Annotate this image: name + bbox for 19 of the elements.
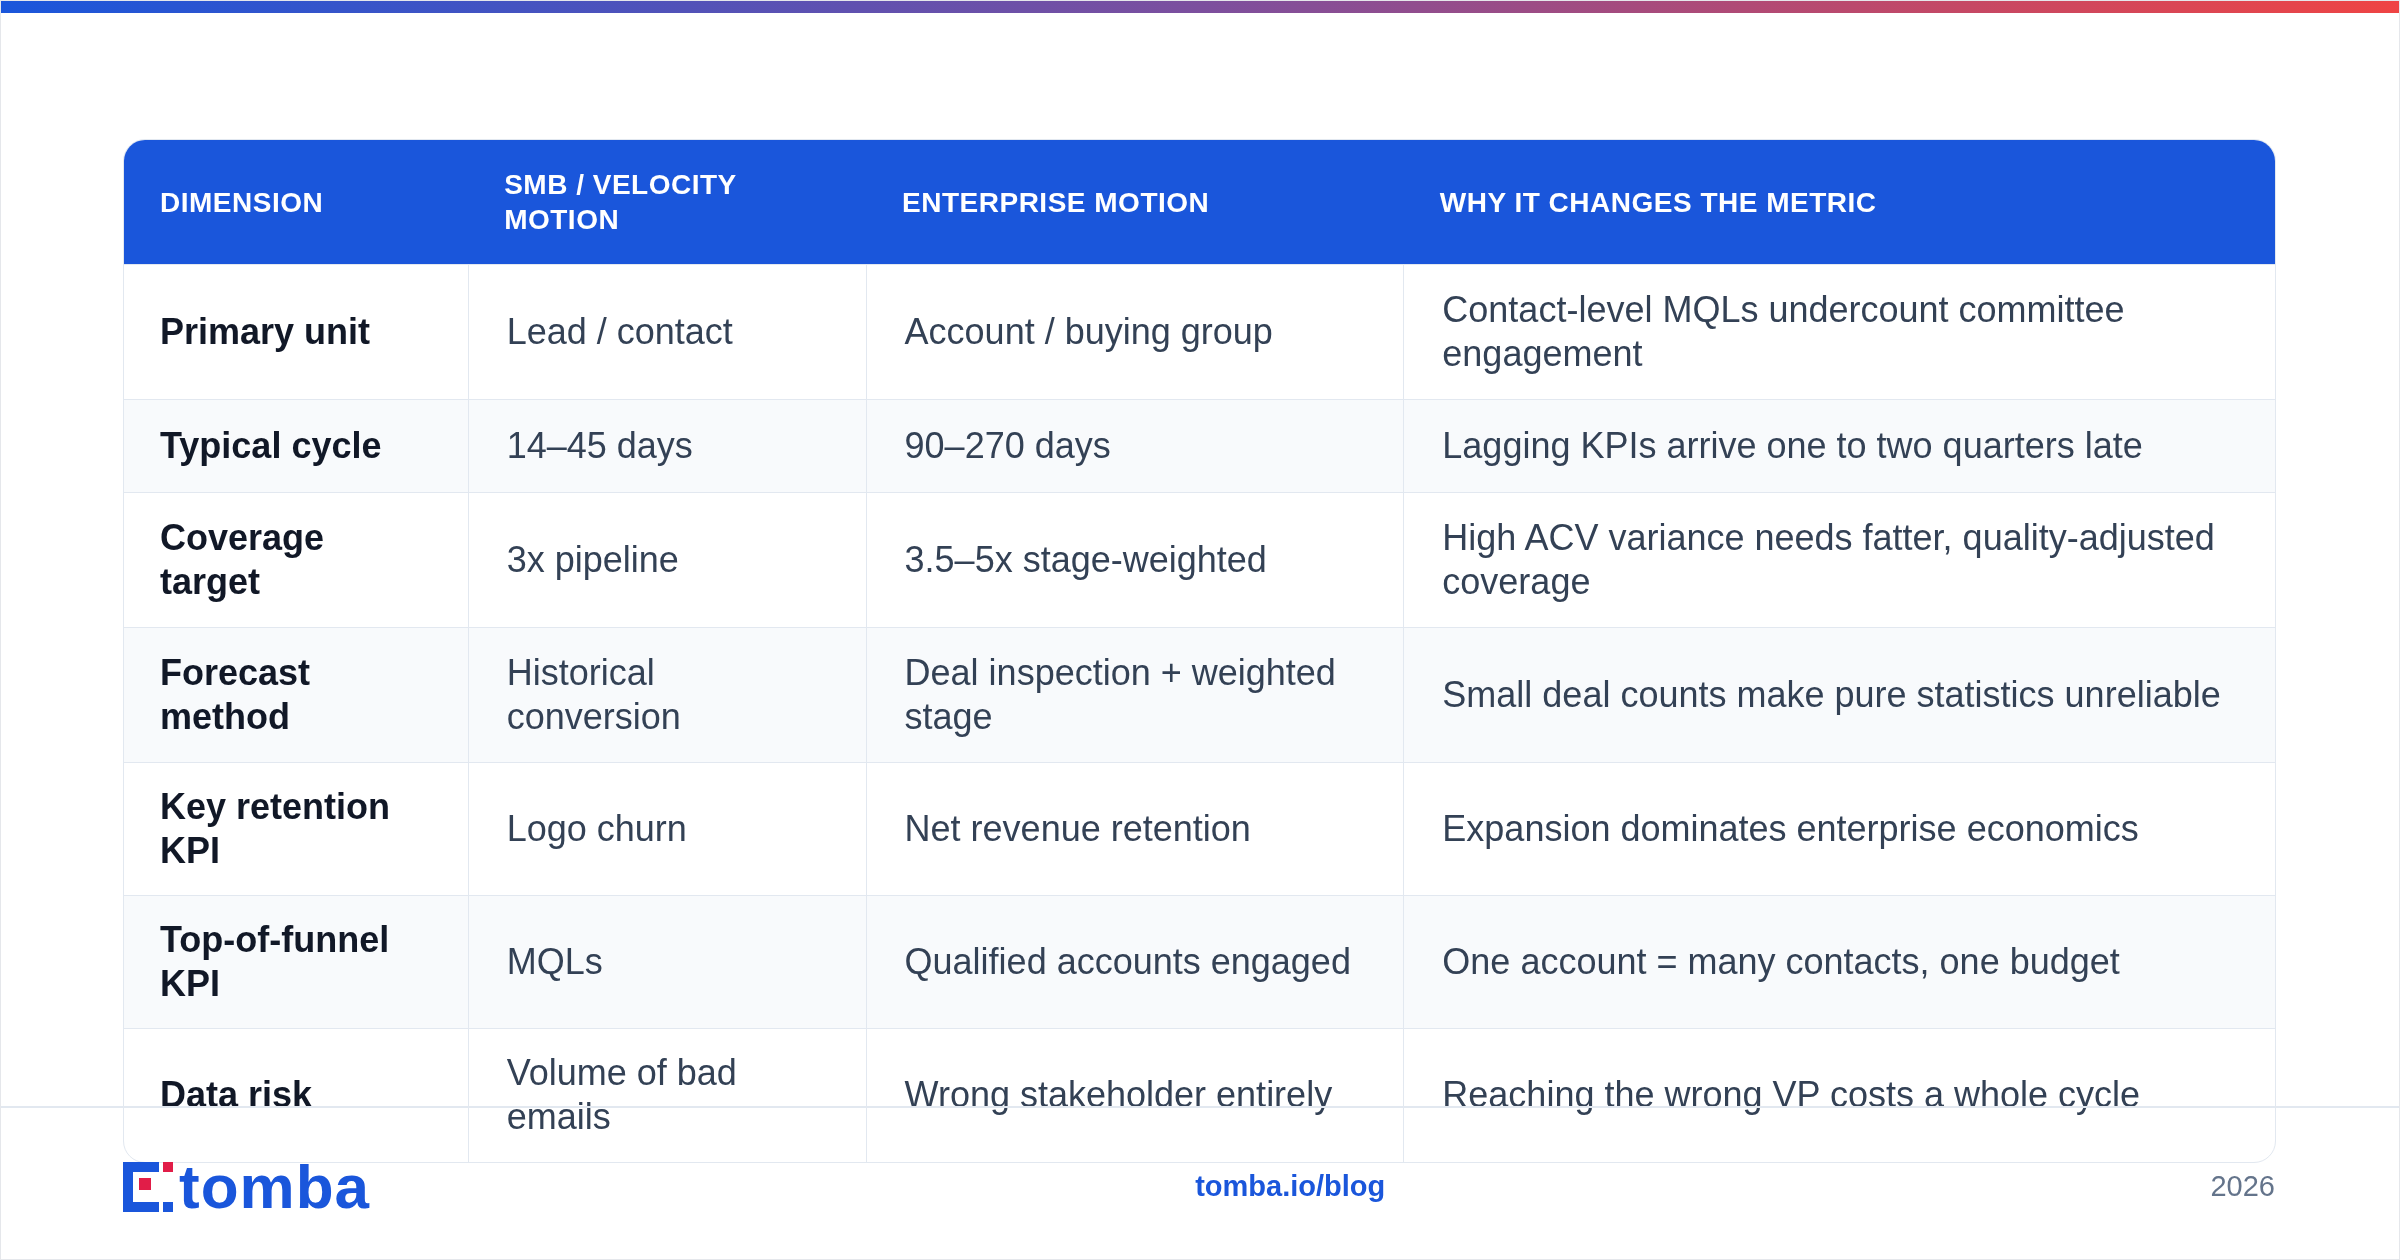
table-cell: MQLs <box>468 895 867 1029</box>
table-cell: 14–45 days <box>468 399 867 493</box>
column-header: WHY IT CHANGES THE METRIC <box>1403 140 2275 265</box>
blog-link[interactable]: tomba.io/blog <box>1195 1170 1386 1203</box>
table-cell: Small deal counts make pure statistics unreliable <box>1403 627 2275 763</box>
row-header: Top-of-funnel KPI <box>124 895 469 1029</box>
table-cell: Qualified accounts engaged <box>866 895 1404 1029</box>
row-header: Typical cycle <box>124 399 469 493</box>
table-cell: Deal inspection + weighted stage <box>866 627 1404 763</box>
logo-icon <box>123 1161 173 1212</box>
column-header: ENTERPRISE MOTION <box>866 140 1404 265</box>
year-label: 2026 <box>2210 1170 2275 1203</box>
table-cell: Lagging KPIs arrive one to two quarters late <box>1403 399 2275 493</box>
column-header: SMB / VELOCITY MOTION <box>468 140 867 265</box>
row-header: Forecast method <box>124 627 469 763</box>
table-cell: One account = many contacts, one budget <box>1403 895 2275 1029</box>
table-cell: 90–270 days <box>866 399 1404 493</box>
table-cell: Historical conversion <box>468 627 867 763</box>
column-header: DIMENSION <box>124 140 469 265</box>
